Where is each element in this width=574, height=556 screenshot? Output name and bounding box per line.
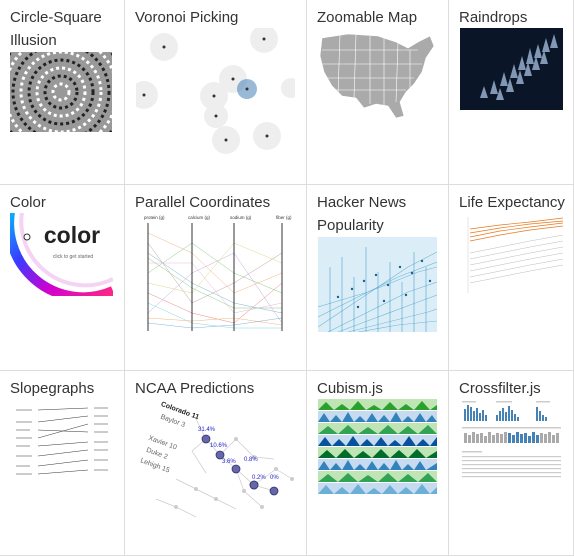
axis-label-protein: protein (g) <box>144 215 165 220</box>
ncaa-percent-label: 0.8% <box>244 457 258 463</box>
gallery-item-slopegraphs[interactable]: Slopegraphs <box>0 371 125 556</box>
ncaa-percent-label: 31.4% <box>198 427 216 433</box>
gallery-item-crossfilter[interactable]: Crossfilter.js <box>449 371 574 556</box>
gallery-item-title[interactable]: Raindrops <box>459 6 527 29</box>
gallery-item-raindrops[interactable]: Raindrops <box>449 0 574 185</box>
gallery-item-title[interactable]: Crossfilter.js <box>459 377 541 400</box>
ncaa-percent-label: 0% <box>270 475 279 481</box>
gallery-item-hacker-news-popularity[interactable]: Hacker News Popularity <box>307 185 449 371</box>
voronoi-picking-thumbnail[interactable] <box>136 28 295 155</box>
us-map-thumbnail[interactable] <box>318 28 437 123</box>
gallery-item-title[interactable]: NCAA Predictions <box>135 377 254 400</box>
gallery-item-title[interactable]: Life Expectancy <box>459 191 565 214</box>
gallery-item-title[interactable]: Circle-Square Illusion <box>10 6 115 52</box>
color-wheel-thumbnail[interactable]: color click to get started <box>10 213 113 296</box>
raindrops-thumbnail[interactable] <box>460 28 563 110</box>
gallery-item-circle-square-illusion[interactable]: Circle-Square Illusion <box>0 0 125 185</box>
gallery-item-color[interactable]: Color color click to get started <box>0 185 125 371</box>
ncaa-percent-label: 10.6% <box>210 443 228 449</box>
cubism-horizon-thumbnail[interactable] <box>318 399 437 494</box>
gallery-item-title[interactable]: Slopegraphs <box>10 377 94 400</box>
life-expectancy-thumbnail[interactable] <box>460 213 563 296</box>
gallery-item-title[interactable]: Cubism.js <box>317 377 383 400</box>
gallery-item-title[interactable]: Parallel Coordinates <box>135 191 270 214</box>
gallery-item-cubism[interactable]: Cubism.js <box>307 371 449 556</box>
gallery-item-title[interactable]: Zoomable Map <box>317 6 417 29</box>
color-thumb-subtext: click to get started <box>53 254 94 260</box>
circle-square-illusion-thumbnail[interactable] <box>10 52 112 132</box>
parallel-coordinates-thumbnail[interactable]: protein (g) calcium (g) sodium (g) fiber… <box>136 213 296 338</box>
gallery-item-title[interactable]: Color <box>10 191 46 214</box>
crossfilter-thumbnail[interactable] <box>460 399 563 483</box>
color-thumb-wordmark: color <box>44 222 100 248</box>
axis-label-sodium: sodium (g) <box>230 215 252 220</box>
gallery-item-zoomable-map[interactable]: Zoomable Map <box>307 0 449 185</box>
hacker-news-scatter-thumbnail[interactable] <box>318 237 437 332</box>
gallery-item-parallel-coordinates[interactable]: Parallel Coordinates protein (g) calcium… <box>125 185 307 371</box>
gallery-item-life-expectancy[interactable]: Life Expectancy <box>449 185 574 371</box>
gallery-item-voronoi-picking[interactable]: Voronoi Picking <box>125 0 307 185</box>
ncaa-bracket-thumbnail[interactable]: Colorado 11 Baylor 3 Xavier 10 Duke 2 Le… <box>136 399 296 524</box>
slopegraph-thumbnail[interactable] <box>10 401 113 481</box>
ncaa-team-label: Baylor 3 <box>159 414 186 429</box>
ncaa-team-label: Duke 2 <box>145 447 168 461</box>
axis-label-fiber: fiber (g) <box>276 215 292 220</box>
gallery-item-title[interactable]: Voronoi Picking <box>135 6 238 29</box>
ncaa-percent-label: 0.2% <box>252 475 266 481</box>
axis-label-calcium: calcium (g) <box>188 215 211 220</box>
ncaa-percent-label: 3.6% <box>222 459 236 465</box>
example-gallery: Circle-Square Illusion Voronoi Picking Z… <box>0 0 574 556</box>
gallery-item-ncaa-predictions[interactable]: NCAA Predictions Colorado 11 Baylor 3 Xa… <box>125 371 307 556</box>
gallery-item-title[interactable]: Hacker News Popularity <box>317 191 442 237</box>
